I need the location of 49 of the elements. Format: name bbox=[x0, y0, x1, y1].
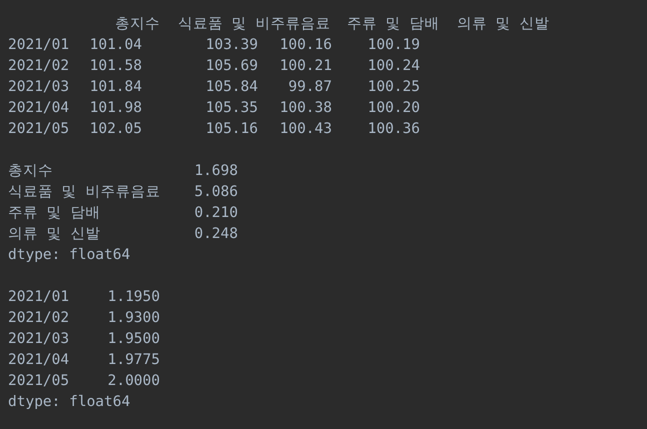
series-value: 1.9775 bbox=[106, 351, 160, 370]
series-label: 의류 및 신발 bbox=[8, 225, 102, 244]
series-value: 1.9300 bbox=[106, 309, 160, 328]
dtype-text: dtype: float64 bbox=[8, 394, 130, 410]
column-header: 의류 및 신발 bbox=[457, 15, 550, 34]
table-cell-text: 102.05 bbox=[88, 120, 142, 139]
column-header: 주류 및 담배 bbox=[347, 15, 440, 34]
series-label: 2021/05 bbox=[8, 372, 70, 391]
row-index: 2021/04 bbox=[8, 99, 70, 118]
row-index: 2021/02 bbox=[8, 57, 70, 76]
series-value: 0.210 bbox=[193, 204, 238, 223]
table-cell-text: 100.24 bbox=[366, 57, 420, 76]
table-cell-text: 99.87 bbox=[287, 78, 332, 97]
row-index: 2021/05 bbox=[8, 120, 70, 139]
series-value: 1.698 bbox=[193, 162, 238, 181]
table-cell-text: 101.84 bbox=[88, 78, 142, 97]
table-cell-text: 105.16 bbox=[204, 120, 258, 139]
table-cell-text: 105.84 bbox=[204, 78, 258, 97]
series-label: 식료품 및 비주류음료 bbox=[8, 183, 158, 202]
series-value: 1.1950 bbox=[106, 288, 160, 307]
table-cell-text: 105.35 bbox=[204, 99, 258, 118]
table-cell-text: 100.21 bbox=[278, 57, 332, 76]
table-cell-text: 100.20 bbox=[366, 99, 420, 118]
series-label: 총지수 bbox=[8, 162, 54, 181]
table-cell-text: 103.39 bbox=[204, 36, 258, 55]
row-index: 2021/01 bbox=[8, 36, 70, 55]
table-cell-text: 101.04 bbox=[88, 36, 142, 55]
column-header: 총지수 bbox=[115, 15, 161, 34]
row-index: 2021/03 bbox=[8, 78, 70, 97]
series-label: 2021/01 bbox=[8, 288, 70, 307]
series-label: 2021/04 bbox=[8, 351, 70, 370]
dtype-text: dtype: float64 bbox=[8, 247, 130, 263]
series-label: 2021/03 bbox=[8, 330, 70, 349]
table-cell-text: 101.98 bbox=[88, 99, 142, 118]
table-cell-text: 100.36 bbox=[366, 120, 420, 139]
table-cell-text: 101.58 bbox=[88, 57, 142, 76]
table-cell-text: 105.69 bbox=[204, 57, 258, 76]
table-cell-text: 100.25 bbox=[366, 78, 420, 97]
table-cell-text: 100.19 bbox=[366, 36, 420, 55]
table-cell-text: 100.43 bbox=[278, 120, 332, 139]
series-value: 1.9500 bbox=[106, 330, 160, 349]
series-label: 주류 및 담배 bbox=[8, 204, 102, 223]
series-label: 2021/02 bbox=[8, 309, 70, 328]
table-cell-text: 100.38 bbox=[278, 99, 332, 118]
series-value: 0.248 bbox=[193, 225, 238, 244]
table-cell-text: 100.16 bbox=[278, 36, 332, 55]
series-value: 5.086 bbox=[193, 183, 238, 202]
column-header: 식료품 및 비주류음료 bbox=[178, 15, 332, 34]
series-value: 2.0000 bbox=[106, 372, 160, 391]
